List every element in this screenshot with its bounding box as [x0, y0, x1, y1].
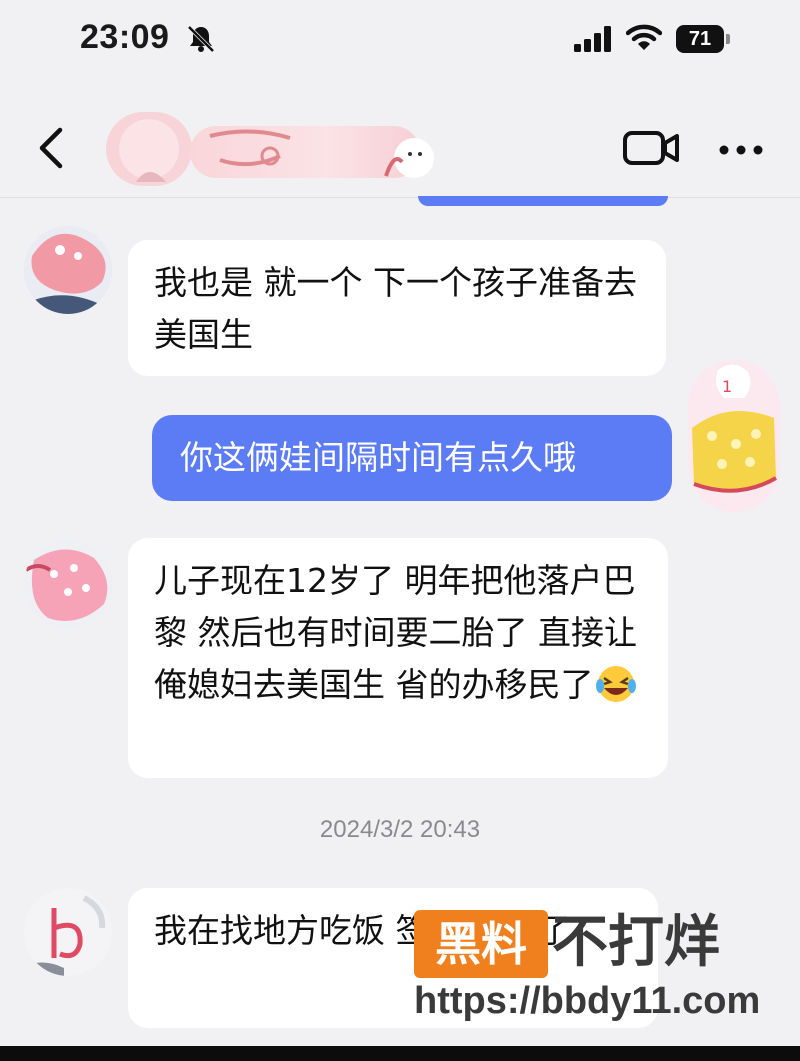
watermark-badge: 黑料	[414, 910, 548, 978]
sender-avatar[interactable]	[24, 888, 112, 976]
svg-text:1: 1	[722, 377, 732, 396]
status-bar: 23:09 71	[0, 0, 800, 80]
wifi-icon	[626, 24, 662, 50]
message-text: 儿子现在12岁了 明年把他落户巴黎 然后也有时间要二胎了 直接让俺媳妇去美国生 …	[154, 561, 637, 704]
video-call-icon[interactable]	[622, 130, 680, 166]
sender-avatar[interactable]	[24, 540, 112, 628]
previous-message-edge	[418, 196, 668, 206]
message-bubble-incoming[interactable]: 儿子现在12岁了 明年把他落户巴黎 然后也有时间要二胎了 直接让俺媳妇去美国生 …	[128, 538, 668, 778]
chat-header	[0, 90, 800, 198]
sender-avatar[interactable]	[24, 226, 112, 314]
battery-icon: 71	[676, 25, 730, 53]
back-icon[interactable]	[36, 126, 68, 170]
bottom-edge	[0, 1046, 800, 1061]
contact-avatar[interactable]	[106, 112, 192, 186]
sticker-mask-icon	[384, 138, 434, 178]
watermark-url: https://bbdy11.com	[414, 980, 761, 1022]
watermark-text: 不打烊	[552, 910, 720, 975]
battery-level: 71	[676, 25, 724, 53]
message-bubble-outgoing[interactable]: 你这俩娃间隔时间有点久哦	[152, 415, 672, 501]
status-time: 23:09	[80, 18, 170, 56]
battery-tip	[726, 34, 730, 44]
more-icon[interactable]	[718, 144, 764, 156]
my-avatar[interactable]: 1	[688, 360, 780, 512]
message-timestamp: 2024/3/2 20:43	[319, 816, 481, 843]
bell-off-icon	[187, 25, 215, 53]
message-text: 我也是 就一个 下一个孩子准备去美国生	[154, 263, 637, 354]
message-bubble-incoming[interactable]: 我也是 就一个 下一个孩子准备去美国生	[128, 240, 666, 376]
signal-icon	[574, 26, 611, 52]
rolling-laughing-emoji-icon	[595, 666, 636, 702]
message-text: 你这俩娃间隔时间有点久哦	[180, 438, 576, 477]
